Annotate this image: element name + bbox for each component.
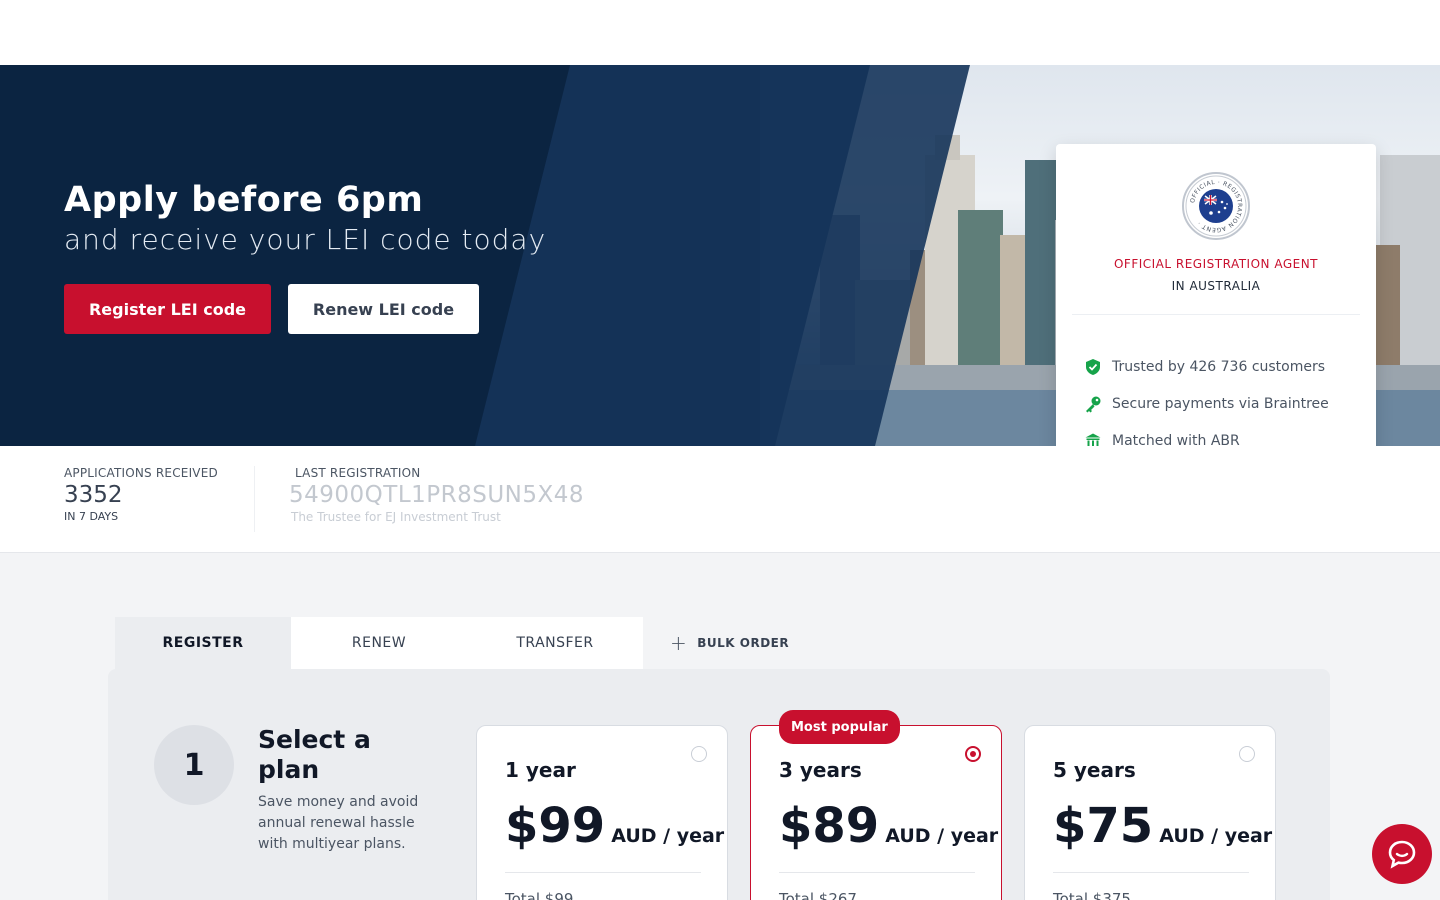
feature-text: Trusted by 426 736 customers [1112, 358, 1326, 375]
last-registration-code: 54900QTL1PR8SUN5X48 [289, 482, 585, 508]
applications-stat: APPLICATIONS RECEIVED 3352 IN 7 DAYS [64, 466, 218, 523]
bulk-order-button[interactable]: + BULK ORDER [670, 617, 789, 669]
plan-card-5-years[interactable]: 5 years $75 AUD / year Total $375 [1024, 725, 1276, 900]
shield-check-icon [1086, 358, 1100, 375]
plan-price: $75 AUD / year [1053, 798, 1272, 854]
plan-unit: AUD / year [1159, 825, 1273, 847]
plan-radio-selected[interactable] [965, 746, 981, 762]
plan-name: 3 years [779, 758, 862, 782]
plus-icon: + [670, 631, 688, 655]
order-tabs: REGISTER RENEW TRANSFER [115, 617, 643, 669]
last-registration-stat: LAST REGISTRATION 54900QTL1PR8SUN5X48 Th… [289, 466, 584, 524]
tab-register[interactable]: REGISTER [115, 617, 291, 669]
feature-trusted: Trusted by 426 736 customers [1084, 348, 1329, 385]
top-navbar [0, 0, 1440, 65]
applications-period: IN 7 DAYS [64, 510, 119, 523]
plan-radio[interactable] [1239, 746, 1255, 762]
plan-amount: $99 [505, 798, 606, 854]
plan-name: 1 year [505, 758, 576, 782]
register-lei-button[interactable]: Register LEI code [64, 284, 271, 334]
most-popular-badge: Most popular [779, 710, 900, 744]
plan-price: $89 AUD / year [779, 798, 998, 854]
divider [254, 466, 255, 532]
key-icon [1086, 396, 1101, 412]
stats-bar: APPLICATIONS RECEIVED 3352 IN 7 DAYS LAS… [0, 446, 1440, 553]
divider [779, 872, 975, 873]
plan-card-3-years[interactable]: 3 years $89 AUD / year Total $267 Most p… [750, 710, 1002, 900]
bulk-order-label: BULK ORDER [697, 636, 790, 650]
feature-text: Secure payments via Braintree [1112, 395, 1329, 412]
divider [1053, 872, 1249, 873]
step-description: Save money and avoid annual renewal hass… [258, 794, 419, 852]
official-agent-label: OFFICIAL REGISTRATION AGENT [1113, 257, 1319, 271]
plan-unit: AUD / year [885, 825, 999, 847]
feature-payments: Secure payments via Braintree [1084, 385, 1329, 422]
chat-button[interactable] [1372, 824, 1432, 884]
plan-total: Total $267 [779, 890, 857, 900]
plan-radio[interactable] [691, 746, 707, 762]
step-number: 1 [154, 725, 234, 805]
hero-buttons: Register LEI code Renew LEI code [64, 284, 479, 334]
plan-name: 5 years [1053, 758, 1136, 782]
divider [505, 872, 701, 873]
applications-label: APPLICATIONS RECEIVED [64, 466, 218, 480]
plan-price: $99 AUD / year [505, 798, 724, 854]
plan-card-1-year[interactable]: 1 year $99 AUD / year Total $99 [476, 725, 728, 900]
plan-total: Total $375 [1053, 890, 1131, 900]
tab-renew[interactable]: RENEW [291, 617, 467, 669]
tab-transfer[interactable]: TRANSFER [467, 617, 643, 669]
last-registration-label: LAST REGISTRATION [295, 466, 421, 480]
plan-amount: $89 [779, 798, 880, 854]
plan-amount: $75 [1053, 798, 1154, 854]
applications-value: 3352 [64, 482, 123, 508]
hero-title: Apply before 6pm [64, 180, 424, 220]
hero-text-block: Apply before 6pm and receive your LEI co… [64, 180, 546, 260]
last-registration-entity: The Trustee for EJ Investment Trust [291, 510, 501, 524]
plan-total: Total $99 [505, 890, 574, 900]
step-title: Select a plan [258, 725, 371, 784]
official-seal-icon: OFFICIAL · REGISTRATION AGENT · [1182, 172, 1250, 240]
hero-subtitle: and receive your LEI code today [64, 223, 547, 256]
plan-unit: AUD / year [611, 825, 725, 847]
renew-lei-button[interactable]: Renew LEI code [288, 284, 479, 334]
divider [1072, 314, 1360, 315]
agent-country-label: IN AUSTRALIA [1171, 279, 1261, 293]
official-agent-card: OFFICIAL · REGISTRATION AGENT · OFFICIAL… [1056, 144, 1376, 475]
agent-feature-list: Trusted by 426 736 customers Secure paym… [1084, 348, 1329, 459]
chat-bubble-icon [1388, 840, 1416, 869]
